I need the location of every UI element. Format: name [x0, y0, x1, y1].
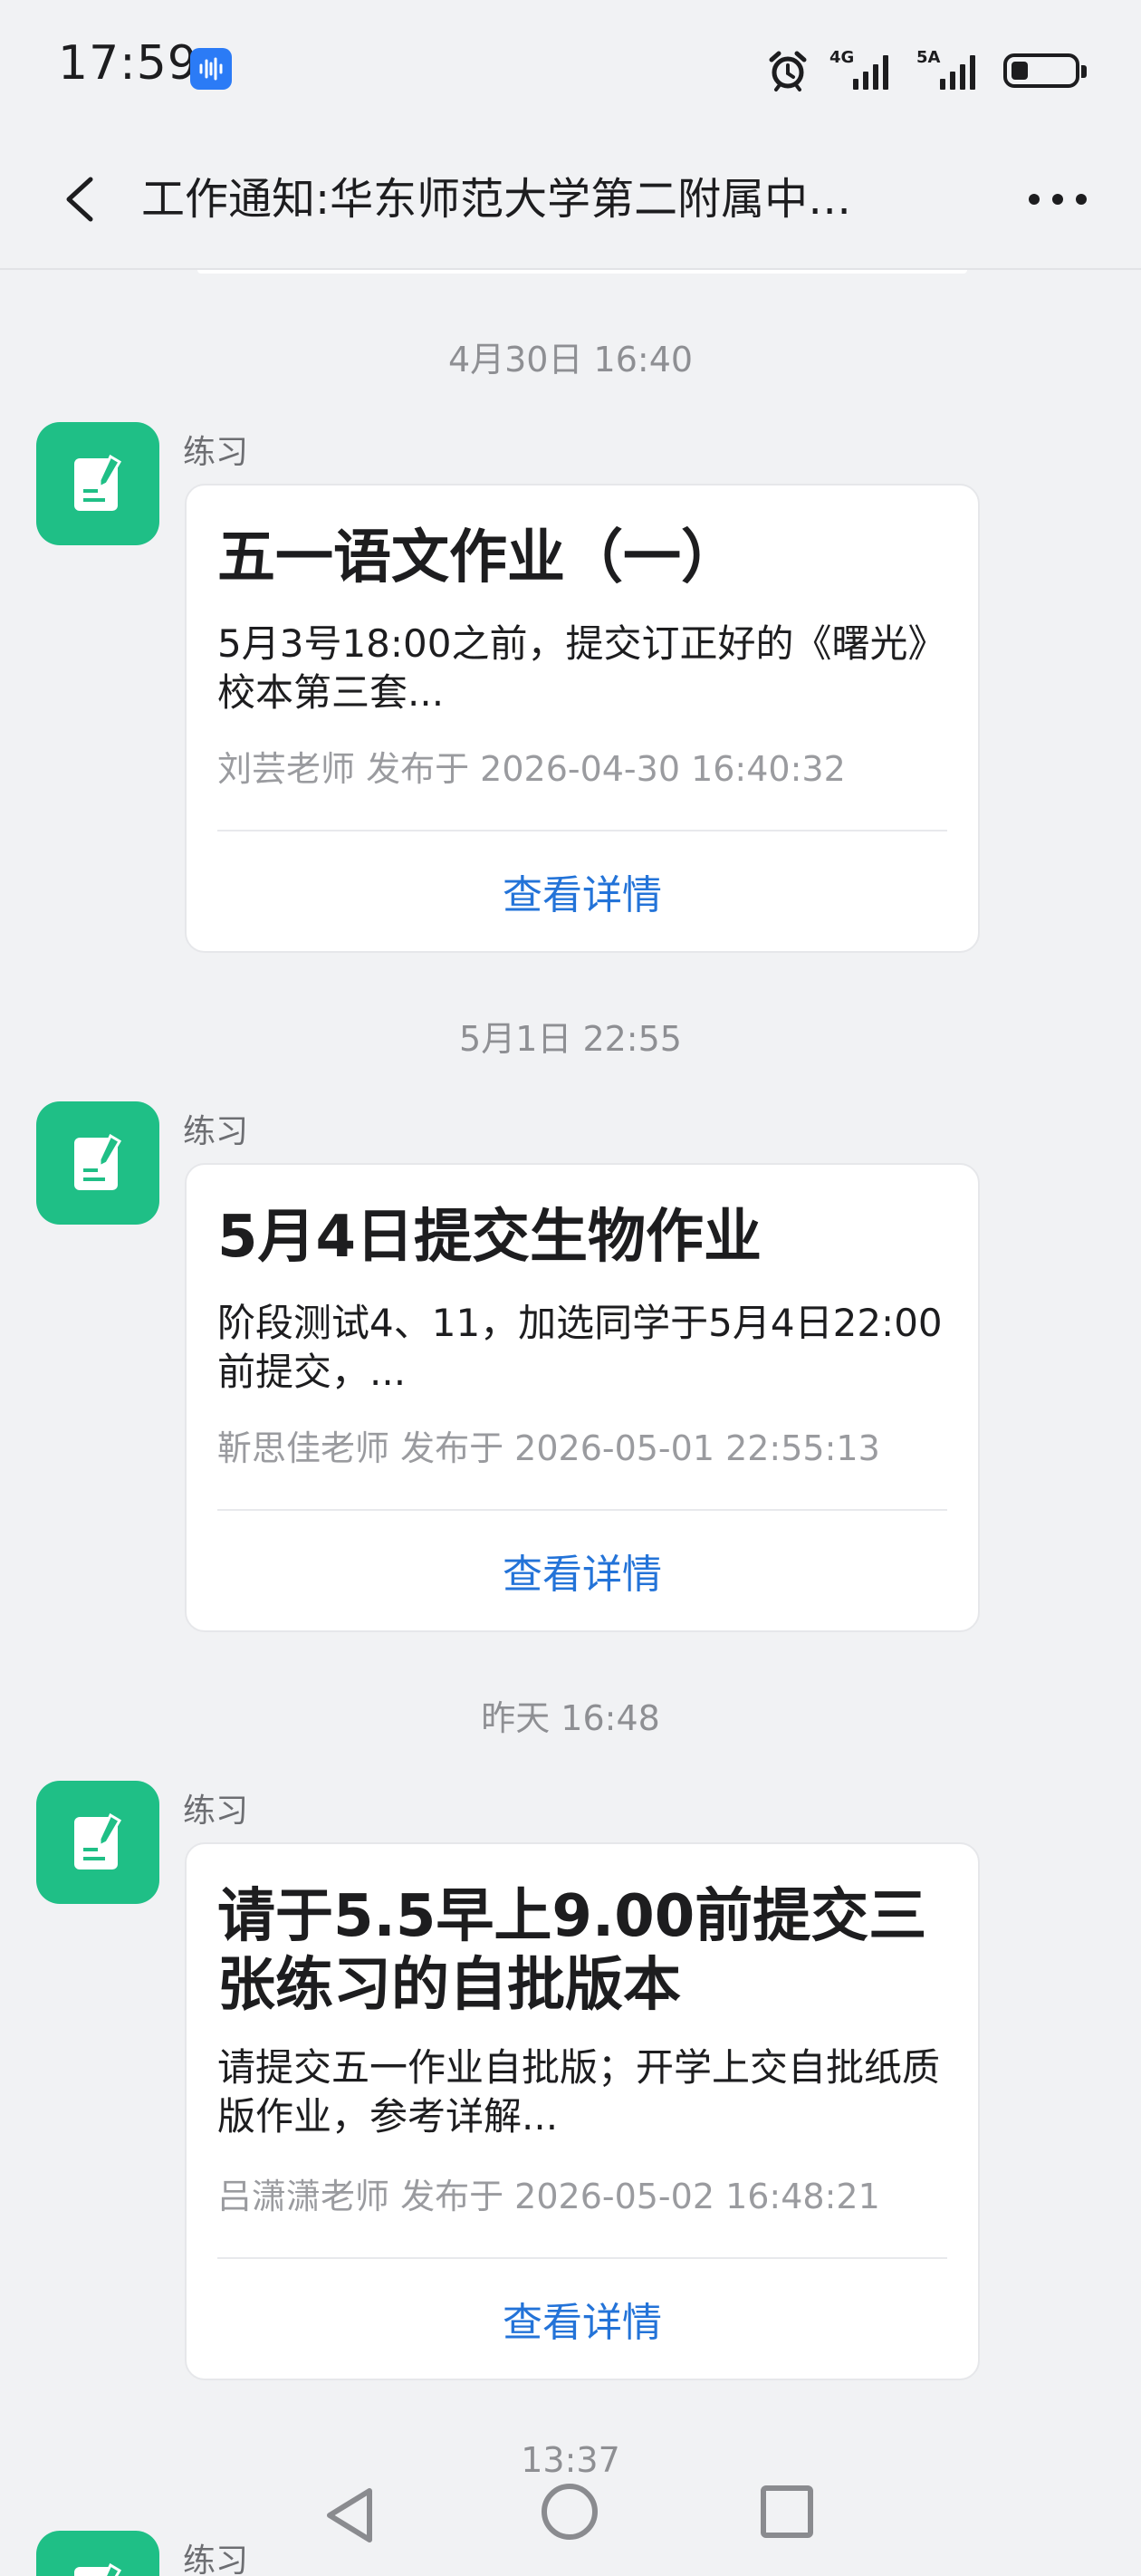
more-dot-icon [1076, 194, 1087, 205]
page-title: 工作通知:华东师范大学第二附属中… [141, 174, 852, 225]
message-sender: 练习 [183, 1113, 249, 1150]
message-card[interactable]: 请于5.5早上9.00前提交三张练习的自批版本 请提交五一作业自批版；开学上交自… [185, 1842, 980, 2380]
card-meta: 靳思佳老师 发布于 2026-05-01 22:55:13 [217, 1428, 880, 1468]
card-title: 5月4日提交生物作业 [217, 1204, 762, 1271]
card-description: 5月3号18:00之前，提交订正好的《曙光》校本第三套... [217, 621, 946, 715]
message-card[interactable]: 五一语文作业（一） 5月3号18:00之前，提交订正好的《曙光》校本第三套...… [185, 484, 980, 953]
previous-card-edge [197, 270, 967, 274]
message-timestamp: 5月1日 22:55 [459, 1019, 682, 1059]
card-title: 请于5.5早上9.00前提交三张练习的自批版本 [217, 1883, 927, 2019]
card-title: 五一语文作业（一） [217, 524, 739, 591]
message-card[interactable]: 5月4日提交生物作业 阶段测试4、11，加选同学于5月4日22:00前提交，..… [185, 1163, 980, 1632]
notification-screen: 17:59 4G 5A 工作通知:华东师范大学第二附属中… 4月30日 16:4… [0, 0, 1141, 2576]
card-divider [217, 1509, 947, 1511]
view-details-button[interactable]: 查看详情 [187, 862, 978, 920]
signal-4g-icon: 4G [829, 48, 896, 93]
chevron-left-icon [66, 177, 93, 222]
system-recent-apps-icon[interactable] [761, 2485, 813, 2538]
message-timestamp: 昨天 16:48 [481, 1698, 660, 1738]
alarm-clock-icon [769, 51, 807, 91]
status-time: 17:59 [58, 36, 198, 91]
practice-app-icon[interactable] [36, 1781, 159, 1904]
system-home-icon[interactable] [542, 2484, 598, 2540]
network-label-5a: 5A [916, 48, 941, 67]
document-pen-icon [74, 1812, 122, 1870]
network-label-4g: 4G [829, 48, 855, 67]
status-icons: 4G 5A [766, 45, 1087, 96]
message-timestamp: 4月30日 16:40 [447, 340, 694, 380]
status-bar: 17:59 4G 5A [0, 0, 1141, 136]
message-sender: 练习 [183, 1793, 249, 1830]
system-back-icon[interactable] [322, 2485, 380, 2545]
message-sender: 练习 [183, 434, 249, 471]
more-dot-icon [1029, 194, 1040, 205]
message-feed[interactable]: 4月30日 16:40 练习 五一语文作业（一） 5月3号18:00之前，提交订… [0, 270, 1141, 2576]
card-meta: 刘芸老师 发布于 2026-04-30 16:40:32 [217, 749, 846, 789]
view-details-button[interactable]: 查看详情 [187, 2290, 978, 2348]
practice-app-icon[interactable] [36, 422, 159, 545]
signal-5a-icon: 5A [916, 48, 983, 93]
nav-bar: 工作通知:华东师范大学第二附属中… [0, 136, 1141, 270]
document-pen-icon [74, 1133, 122, 1190]
back-button[interactable] [49, 163, 121, 235]
card-meta: 吕潇潇老师 发布于 2026-05-02 16:48:21 [217, 2177, 880, 2216]
card-description: 阶段测试4、11，加选同学于5月4日22:00前提交，... [217, 1301, 943, 1394]
more-button[interactable] [1014, 170, 1101, 228]
voice-assistant-icon [190, 48, 232, 90]
card-divider [217, 2257, 947, 2259]
view-details-button[interactable]: 查看详情 [187, 1542, 978, 1600]
more-dot-icon [1052, 194, 1063, 205]
card-description: 请提交五一作业自批版；开学上交自批纸质版作业，参考详解... [217, 2045, 941, 2139]
document-pen-icon [74, 454, 122, 511]
card-divider [217, 830, 947, 831]
battery-icon [1003, 53, 1087, 88]
system-navigation-bar [0, 2473, 1141, 2576]
practice-app-icon[interactable] [36, 1101, 159, 1225]
